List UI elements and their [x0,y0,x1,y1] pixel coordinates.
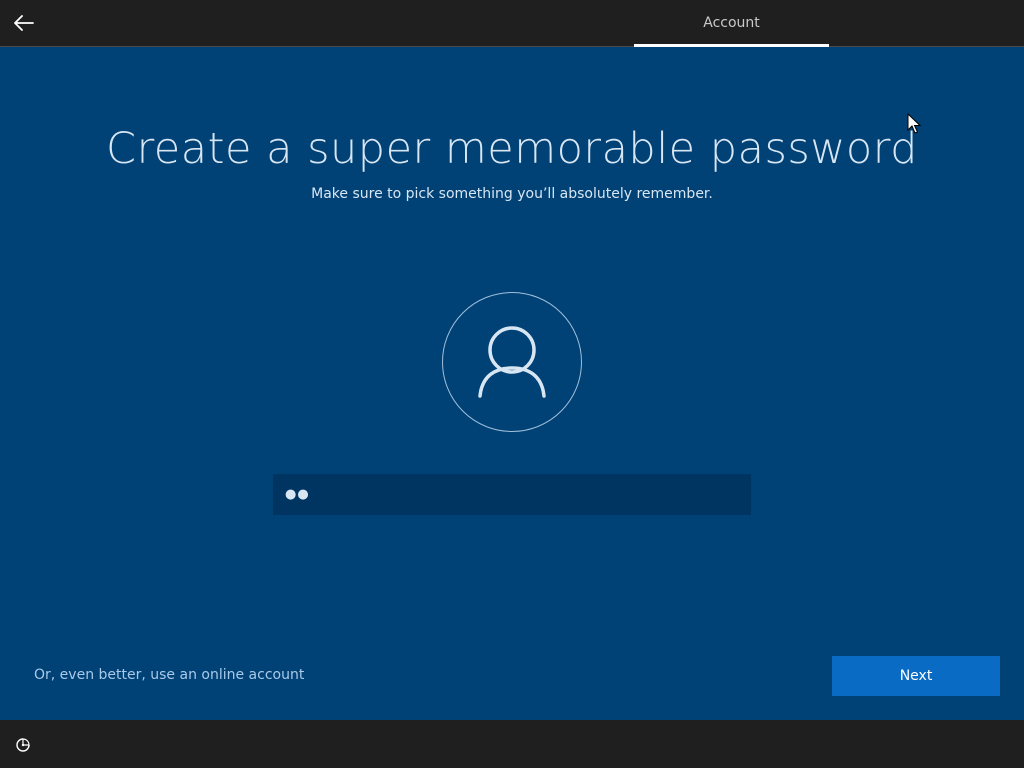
next-button[interactable]: Next [832,656,1000,696]
active-tab-indicator [634,44,829,47]
password-value: ●● [285,487,310,502]
page-title: Create a super memorable password [106,124,918,174]
bottom-bar [0,720,1024,768]
tab-account[interactable]: Account [634,0,829,46]
ease-of-access-icon [16,738,30,752]
online-account-link[interactable]: Or, even better, use an online account [34,667,304,683]
mouse-cursor-icon [907,113,921,134]
next-button-label: Next [899,668,933,684]
ease-of-access-button[interactable] [8,730,38,760]
page-subtitle: Make sure to pick something you’ll absol… [311,186,713,202]
password-input[interactable]: ●● [273,474,751,515]
oobe-screen: Account Create a super memorable passwor… [0,0,1024,768]
back-arrow-icon [14,15,34,31]
avatar [442,292,582,432]
back-button[interactable] [0,0,48,46]
tab-account-label: Account [703,15,760,31]
user-icon [478,326,546,398]
top-bar: Account [0,0,1024,47]
